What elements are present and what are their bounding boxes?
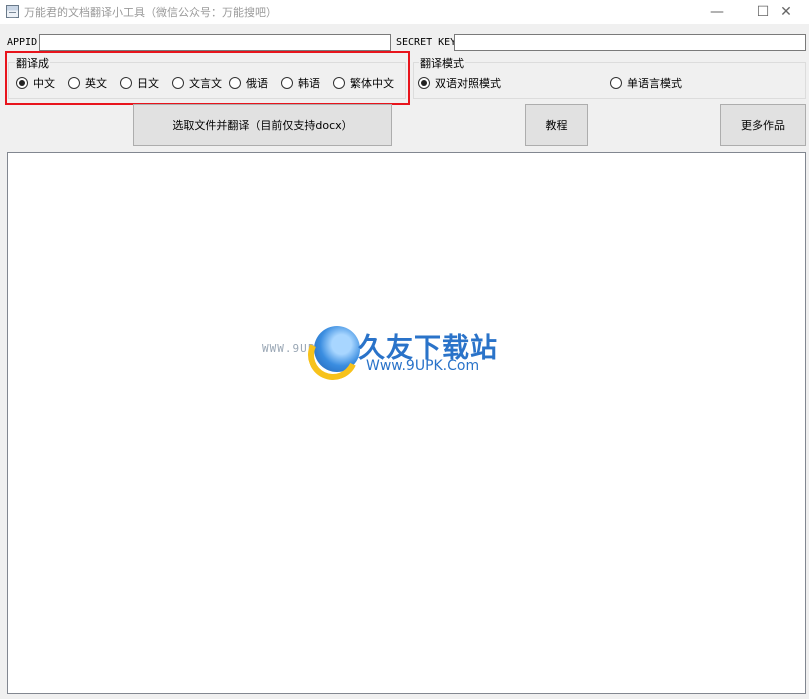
watermark-swoosh-icon (300, 322, 366, 388)
highlight-box (5, 51, 410, 105)
radio-bilingual-mode[interactable]: 双语对照模式 (418, 75, 501, 91)
radio-selected-icon (418, 77, 430, 89)
watermark-url: Www.9UPK.Com (366, 358, 480, 374)
tutorial-button[interactable]: 教程 (525, 104, 588, 146)
select-file-translate-button[interactable]: 选取文件并翻译（目前仅支持docx） (133, 104, 392, 146)
secret-key-label: SECRET KEY (396, 37, 457, 48)
radio-label: 双语对照模式 (435, 77, 501, 90)
output-textarea[interactable] (7, 152, 806, 694)
translate-mode-title: 翻译模式 (419, 55, 465, 71)
more-works-button[interactable]: 更多作品 (720, 104, 806, 146)
window-title: 万能君的文档翻译小工具（微信公众号：万能搜吧） (24, 6, 277, 19)
radio-label: 单语言模式 (627, 77, 682, 90)
radio-monolingual-mode[interactable]: 单语言模式 (610, 75, 682, 91)
app-icon (6, 5, 19, 18)
appid-label: APPID (7, 37, 38, 48)
radio-empty-icon (610, 77, 622, 89)
watermark: WWW.9UPK.COM 久友下载站 Www.9UPK.Com (262, 322, 502, 388)
title-bar: 万能君的文档翻译小工具（微信公众号：万能搜吧） — ☐ ✕ (0, 0, 809, 24)
minimize-button[interactable]: — (694, 0, 740, 24)
close-button[interactable]: ✕ (763, 0, 809, 24)
appid-input[interactable] (39, 34, 391, 51)
secret-key-input[interactable] (454, 34, 806, 51)
